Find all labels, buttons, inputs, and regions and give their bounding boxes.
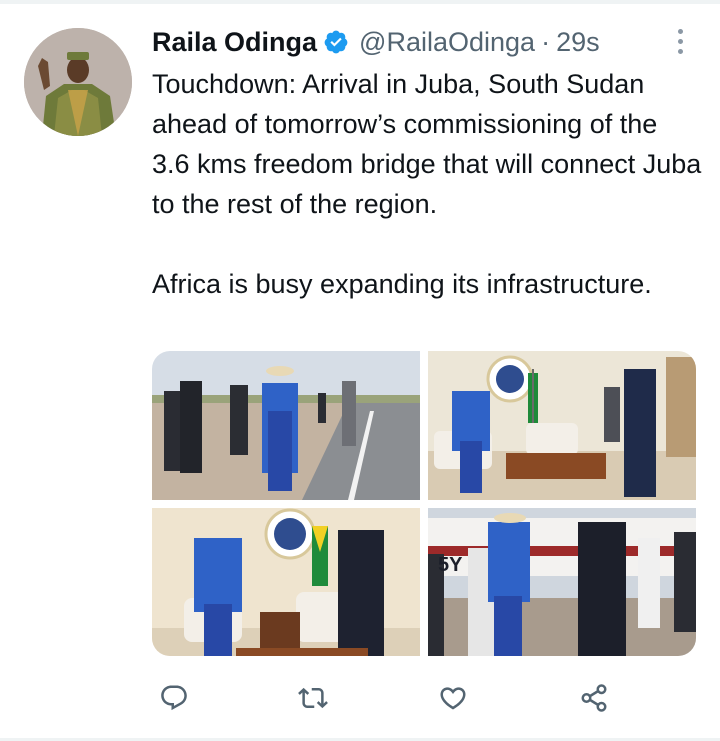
author-name[interactable]: Raila Odinga (152, 27, 317, 58)
author-avatar[interactable] (24, 28, 132, 136)
share-button[interactable] (572, 676, 616, 720)
top-divider (0, 0, 720, 4)
author-handle[interactable]: @RailaOdinga (359, 27, 535, 58)
media-photo-1[interactable] (152, 351, 420, 500)
tweet-text: Touchdown: Arrival in Juba, South Sudan … (152, 64, 702, 304)
tweet-timestamp[interactable]: 29s (556, 27, 600, 58)
retweet-button[interactable] (291, 676, 335, 720)
more-vertical-icon[interactable] (665, 26, 695, 56)
reply-icon (161, 685, 187, 711)
reply-button[interactable] (152, 676, 196, 720)
media-photo-2[interactable] (428, 351, 696, 500)
share-icon (581, 684, 607, 712)
avatar-photo (24, 28, 132, 136)
media-photo-4[interactable]: 5Y (428, 508, 696, 656)
tweet-header: Raila Odinga @RailaOdinga · 29s (152, 22, 692, 62)
tweet-actions (152, 676, 612, 720)
verified-badge-icon (324, 30, 348, 54)
media-photo-3[interactable] (152, 508, 420, 656)
tweet-paragraph-1: Touchdown: Arrival in Juba, South Sudan … (152, 69, 702, 219)
tweet-paragraph-2: Africa is busy expanding its infrastruct… (152, 269, 652, 299)
separator-dot: · (541, 26, 551, 57)
like-button[interactable] (431, 676, 475, 720)
like-heart-icon (440, 687, 466, 710)
retweet-icon (298, 687, 328, 709)
media-grid: 5Y (152, 351, 696, 656)
aircraft-registration-text: 5Y (438, 554, 463, 576)
